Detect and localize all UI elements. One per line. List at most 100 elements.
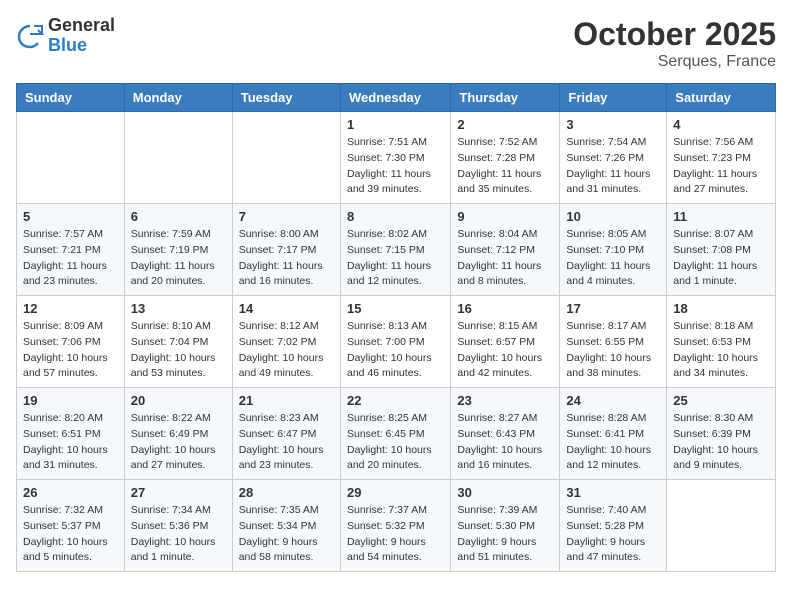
logo-blue: Blue: [48, 36, 115, 56]
day-number: 17: [566, 301, 660, 316]
day-info: Sunrise: 8:25 AM Sunset: 6:45 PM Dayligh…: [347, 411, 444, 474]
column-header-thursday: Thursday: [451, 84, 560, 112]
calendar-cell: 21 Sunrise: 8:23 AM Sunset: 6:47 PM Dayli…: [232, 388, 340, 480]
logo-icon: [16, 22, 44, 50]
day-info: Sunrise: 7:54 AM Sunset: 7:26 PM Dayligh…: [566, 135, 660, 198]
day-info: Sunrise: 8:30 AM Sunset: 6:39 PM Dayligh…: [673, 411, 769, 474]
day-number: 5: [23, 209, 118, 224]
calendar-cell: 24 Sunrise: 8:28 AM Sunset: 6:41 PM Dayli…: [560, 388, 667, 480]
day-number: 9: [457, 209, 553, 224]
calendar-cell: 5 Sunrise: 7:57 AM Sunset: 7:21 PM Daylig…: [17, 204, 125, 296]
day-info: Sunrise: 8:07 AM Sunset: 7:08 PM Dayligh…: [673, 227, 769, 290]
day-number: 13: [131, 301, 226, 316]
day-number: 25: [673, 393, 769, 408]
logo: General Blue: [16, 16, 115, 56]
day-number: 6: [131, 209, 226, 224]
day-info: Sunrise: 8:23 AM Sunset: 6:47 PM Dayligh…: [239, 411, 334, 474]
column-header-tuesday: Tuesday: [232, 84, 340, 112]
calendar-header-row: SundayMondayTuesdayWednesdayThursdayFrid…: [17, 84, 776, 112]
calendar-cell: [667, 480, 776, 572]
calendar-cell: 10 Sunrise: 8:05 AM Sunset: 7:10 PM Dayli…: [560, 204, 667, 296]
calendar-cell: 12 Sunrise: 8:09 AM Sunset: 7:06 PM Dayli…: [17, 296, 125, 388]
calendar-cell: 30Sunrise: 7:39 AM Sunset: 5:30 PM Dayli…: [451, 480, 560, 572]
calendar-cell: 23Sunrise: 8:27 AM Sunset: 6:43 PM Dayli…: [451, 388, 560, 480]
day-info: Sunrise: 8:10 AM Sunset: 7:04 PM Dayligh…: [131, 319, 226, 382]
calendar-cell: [17, 112, 125, 204]
column-header-sunday: Sunday: [17, 84, 125, 112]
day-number: 22: [347, 393, 444, 408]
calendar-cell: 11Sunrise: 8:07 AM Sunset: 7:08 PM Dayli…: [667, 204, 776, 296]
day-number: 20: [131, 393, 226, 408]
day-number: 21: [239, 393, 334, 408]
day-info: Sunrise: 7:37 AM Sunset: 5:32 PM Dayligh…: [347, 503, 444, 566]
page-header: General Blue October 2025 Serques, Franc…: [16, 16, 776, 71]
calendar-cell: 2 Sunrise: 7:52 AM Sunset: 7:28 PM Daylig…: [451, 112, 560, 204]
day-number: 29: [347, 485, 444, 500]
day-number: 1: [347, 117, 444, 132]
calendar-cell: 31Sunrise: 7:40 AM Sunset: 5:28 PM Dayli…: [560, 480, 667, 572]
logo-general: General: [48, 16, 115, 36]
calendar-cell: 4 Sunrise: 7:56 AM Sunset: 7:23 PM Daylig…: [667, 112, 776, 204]
location: Serques, France: [573, 53, 776, 71]
day-number: 2: [457, 117, 553, 132]
day-number: 23: [457, 393, 553, 408]
calendar-cell: 9 Sunrise: 8:04 AM Sunset: 7:12 PM Daylig…: [451, 204, 560, 296]
calendar-cell: 17 Sunrise: 8:17 AM Sunset: 6:55 PM Dayli…: [560, 296, 667, 388]
month-title: October 2025: [573, 16, 776, 53]
calendar-week-row: 26 Sunrise: 7:32 AM Sunset: 5:37 PM Dayli…: [17, 480, 776, 572]
calendar-cell: 14Sunrise: 8:12 AM Sunset: 7:02 PM Dayli…: [232, 296, 340, 388]
calendar-table: SundayMondayTuesdayWednesdayThursdayFrid…: [16, 83, 776, 572]
day-number: 3: [566, 117, 660, 132]
day-info: Sunrise: 8:04 AM Sunset: 7:12 PM Dayligh…: [457, 227, 553, 290]
day-number: 8: [347, 209, 444, 224]
day-info: Sunrise: 8:28 AM Sunset: 6:41 PM Dayligh…: [566, 411, 660, 474]
day-number: 27: [131, 485, 226, 500]
day-info: Sunrise: 8:18 AM Sunset: 6:53 PM Dayligh…: [673, 319, 769, 382]
day-info: Sunrise: 8:22 AM Sunset: 6:49 PM Dayligh…: [131, 411, 226, 474]
calendar-week-row: 12 Sunrise: 8:09 AM Sunset: 7:06 PM Dayli…: [17, 296, 776, 388]
title-area: October 2025 Serques, France: [573, 16, 776, 71]
day-number: 10: [566, 209, 660, 224]
day-info: Sunrise: 8:15 AM Sunset: 6:57 PM Dayligh…: [457, 319, 553, 382]
day-info: Sunrise: 8:13 AM Sunset: 7:00 PM Dayligh…: [347, 319, 444, 382]
day-number: 4: [673, 117, 769, 132]
calendar-cell: 22 Sunrise: 8:25 AM Sunset: 6:45 PM Dayli…: [340, 388, 450, 480]
day-info: Sunrise: 7:32 AM Sunset: 5:37 PM Dayligh…: [23, 503, 118, 566]
day-info: Sunrise: 8:05 AM Sunset: 7:10 PM Dayligh…: [566, 227, 660, 290]
day-number: 24: [566, 393, 660, 408]
day-info: Sunrise: 7:52 AM Sunset: 7:28 PM Dayligh…: [457, 135, 553, 198]
day-info: Sunrise: 8:20 AM Sunset: 6:51 PM Dayligh…: [23, 411, 118, 474]
column-header-monday: Monday: [124, 84, 232, 112]
calendar-cell: 25 Sunrise: 8:30 AM Sunset: 6:39 PM Dayli…: [667, 388, 776, 480]
day-number: 14: [239, 301, 334, 316]
day-number: 12: [23, 301, 118, 316]
day-info: Sunrise: 8:09 AM Sunset: 7:06 PM Dayligh…: [23, 319, 118, 382]
calendar-cell: [232, 112, 340, 204]
day-info: Sunrise: 7:51 AM Sunset: 7:30 PM Dayligh…: [347, 135, 444, 198]
calendar-week-row: 19 Sunrise: 8:20 AM Sunset: 6:51 PM Dayli…: [17, 388, 776, 480]
day-info: Sunrise: 7:57 AM Sunset: 7:21 PM Dayligh…: [23, 227, 118, 290]
day-number: 19: [23, 393, 118, 408]
calendar-cell: [124, 112, 232, 204]
day-info: Sunrise: 8:17 AM Sunset: 6:55 PM Dayligh…: [566, 319, 660, 382]
day-number: 7: [239, 209, 334, 224]
calendar-cell: 29 Sunrise: 7:37 AM Sunset: 5:32 PM Dayli…: [340, 480, 450, 572]
day-info: Sunrise: 7:39 AM Sunset: 5:30 PM Dayligh…: [457, 503, 553, 566]
calendar-cell: 13 Sunrise: 8:10 AM Sunset: 7:04 PM Dayli…: [124, 296, 232, 388]
logo-text: General Blue: [48, 16, 115, 56]
day-number: 18: [673, 301, 769, 316]
calendar-cell: 1 Sunrise: 7:51 AM Sunset: 7:30 PM Daylig…: [340, 112, 450, 204]
calendar-cell: 3 Sunrise: 7:54 AM Sunset: 7:26 PM Daylig…: [560, 112, 667, 204]
day-number: 26: [23, 485, 118, 500]
calendar-cell: 7Sunrise: 8:00 AM Sunset: 7:17 PM Daylig…: [232, 204, 340, 296]
calendar-cell: 8 Sunrise: 8:02 AM Sunset: 7:15 PM Daylig…: [340, 204, 450, 296]
column-header-wednesday: Wednesday: [340, 84, 450, 112]
day-info: Sunrise: 8:02 AM Sunset: 7:15 PM Dayligh…: [347, 227, 444, 290]
day-number: 31: [566, 485, 660, 500]
day-info: Sunrise: 7:56 AM Sunset: 7:23 PM Dayligh…: [673, 135, 769, 198]
day-info: Sunrise: 7:59 AM Sunset: 7:19 PM Dayligh…: [131, 227, 226, 290]
calendar-cell: 20 Sunrise: 8:22 AM Sunset: 6:49 PM Dayli…: [124, 388, 232, 480]
calendar-cell: 26 Sunrise: 7:32 AM Sunset: 5:37 PM Dayli…: [17, 480, 125, 572]
calendar-cell: 15Sunrise: 8:13 AM Sunset: 7:00 PM Dayli…: [340, 296, 450, 388]
day-number: 16: [457, 301, 553, 316]
